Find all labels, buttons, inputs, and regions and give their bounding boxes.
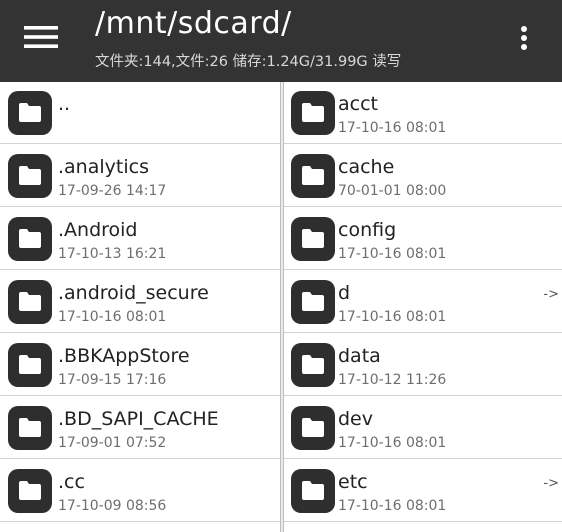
file-date: 17-09-26 14:17 (58, 183, 167, 199)
file-row[interactable]: acct 17-10-16 08:01 (284, 82, 562, 144)
folder-icon (8, 217, 52, 261)
file-name: .BBKAppStore (58, 345, 190, 367)
folder-icon (291, 280, 335, 324)
file-name: d (338, 282, 351, 304)
file-date: 17-10-16 08:01 (338, 435, 447, 451)
file-date: 70-01-01 08:00 (338, 183, 447, 199)
file-name: data (338, 345, 381, 367)
file-row[interactable]: etc 17-10-16 08:01 -> (284, 460, 562, 522)
app-toolbar: /mnt/sdcard/ 文件夹:144,文件:26 储存:1.24G/31.9… (0, 0, 562, 82)
file-name: acct (338, 93, 378, 115)
storage-stats: 文件夹:144,文件:26 储存:1.24G/31.99G 读写 (95, 54, 402, 70)
file-name: cache (338, 156, 395, 178)
file-list-left: .. .analytics 17-09-26 14:17 .Android 17… (0, 82, 281, 532)
folder-icon (291, 406, 335, 450)
symlink-indicator: -> (543, 287, 559, 302)
file-row[interactable]: .android_secure 17-10-16 08:01 (0, 271, 280, 333)
current-path-title: /mnt/sdcard/ (95, 6, 292, 41)
folder-icon (8, 91, 52, 135)
file-date: 17-10-13 16:21 (58, 246, 167, 262)
folder-icon (8, 280, 52, 324)
file-row[interactable]: .BD_SAPI_CACHE 17-09-01 07:52 (0, 397, 280, 459)
file-name: config (338, 219, 397, 241)
file-list-right: acct 17-10-16 08:01 cache 70-01-01 08:00… (283, 82, 562, 532)
file-date: 17-10-16 08:01 (338, 120, 447, 136)
file-row[interactable]: data 17-10-12 11:26 (284, 334, 562, 396)
folder-icon (8, 154, 52, 198)
hamburger-menu-icon[interactable] (24, 24, 66, 58)
folder-icon (8, 343, 52, 387)
file-date: 17-10-12 11:26 (338, 372, 447, 388)
file-date: 17-09-15 17:16 (58, 372, 167, 388)
folder-icon (8, 406, 52, 450)
file-name: .cc (58, 471, 85, 493)
file-date: 17-10-09 08:56 (58, 498, 167, 514)
file-date: 17-09-01 07:52 (58, 435, 167, 451)
file-name: dev (338, 408, 373, 430)
file-name: etc (338, 471, 368, 493)
more-vertical-icon[interactable] (516, 22, 532, 54)
file-date: 17-10-16 08:01 (338, 246, 447, 262)
file-date: 17-10-16 08:01 (338, 309, 447, 325)
file-date: 17-10-16 08:01 (338, 498, 447, 514)
symlink-indicator: -> (543, 476, 559, 491)
file-name: .. (58, 93, 71, 115)
file-row-parent[interactable]: .. (0, 82, 280, 144)
folder-icon (291, 154, 335, 198)
file-row[interactable]: .Android 17-10-13 16:21 (0, 208, 280, 270)
folder-icon (8, 469, 52, 513)
folder-icon (291, 469, 335, 513)
file-name: .Android (58, 219, 138, 241)
file-date: 17-10-16 08:01 (58, 309, 167, 325)
file-name: .BD_SAPI_CACHE (58, 408, 219, 430)
file-row[interactable]: .BBKAppStore 17-09-15 17:16 (0, 334, 280, 396)
file-name: .analytics (58, 156, 149, 178)
file-row[interactable]: dev 17-10-16 08:01 (284, 397, 562, 459)
folder-icon (291, 217, 335, 261)
file-row[interactable]: .analytics 17-09-26 14:17 (0, 145, 280, 207)
folder-icon (291, 343, 335, 387)
file-row[interactable]: config 17-10-16 08:01 (284, 208, 562, 270)
file-name: .android_secure (58, 282, 209, 304)
file-row[interactable]: .cc 17-10-09 08:56 (0, 460, 280, 522)
folder-icon (291, 91, 335, 135)
file-row[interactable]: d 17-10-16 08:01 -> (284, 271, 562, 333)
file-row[interactable]: cache 70-01-01 08:00 (284, 145, 562, 207)
